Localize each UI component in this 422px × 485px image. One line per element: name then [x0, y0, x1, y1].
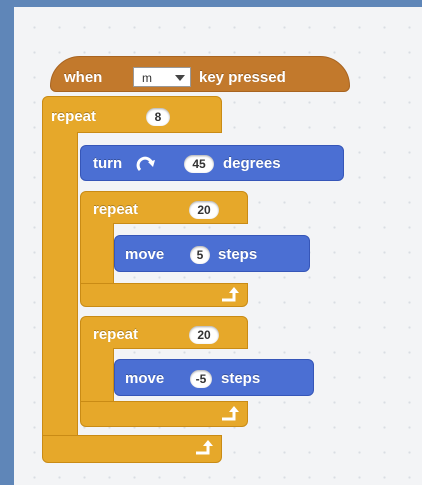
repeat-count-input[interactable]: 20 — [189, 201, 219, 219]
scripts-area[interactable]: when m key pressed repeat 8 turn 45 degr… — [14, 7, 422, 485]
steps-label: steps — [221, 370, 261, 387]
when-key-pressed-block[interactable]: when m key pressed — [50, 56, 350, 92]
repeat-8-left-arm — [42, 132, 78, 437]
repeat-8-bottom-arm — [42, 435, 222, 463]
loop-arrow-icon — [222, 406, 239, 421]
repeat-20-1-bottom-arm — [80, 283, 248, 307]
repeat-label: repeat — [51, 108, 97, 125]
when-label: when — [64, 69, 103, 86]
repeat-count-input[interactable]: 8 — [146, 108, 170, 126]
loop-arrow-icon — [222, 287, 239, 302]
chevron-down-icon — [175, 75, 185, 81]
move-minus-5-steps-block[interactable]: move -5 steps — [114, 359, 314, 396]
key-dropdown[interactable]: m — [133, 67, 191, 87]
rotate-clockwise-icon — [136, 156, 155, 172]
repeat-20-1-left-arm — [80, 223, 114, 285]
turn-block[interactable]: turn 45 degrees — [80, 145, 344, 181]
repeat-20-block-1[interactable]: repeat 20 — [80, 191, 248, 224]
repeat-label: repeat — [93, 326, 139, 343]
repeat-8-block[interactable]: repeat 8 — [42, 96, 222, 133]
move-label: move — [125, 370, 165, 387]
move-label: move — [125, 246, 165, 263]
turn-label: turn — [93, 155, 123, 172]
key-pressed-label: key pressed — [199, 69, 286, 86]
steps-label: steps — [218, 246, 258, 263]
repeat-count-input[interactable]: 20 — [189, 326, 219, 344]
move-5-steps-block[interactable]: move 5 steps — [114, 235, 310, 272]
repeat-20-2-left-arm — [80, 348, 114, 402]
loop-arrow-icon — [196, 440, 213, 455]
repeat-label: repeat — [93, 201, 139, 218]
key-dropdown-value: m — [142, 71, 152, 85]
move-steps-input[interactable]: -5 — [190, 370, 212, 388]
degrees-label: degrees — [223, 155, 281, 172]
repeat-20-block-2[interactable]: repeat 20 — [80, 316, 248, 349]
move-steps-input[interactable]: 5 — [190, 246, 210, 264]
turn-degrees-input[interactable]: 45 — [184, 155, 214, 173]
repeat-20-2-bottom-arm — [80, 401, 248, 427]
